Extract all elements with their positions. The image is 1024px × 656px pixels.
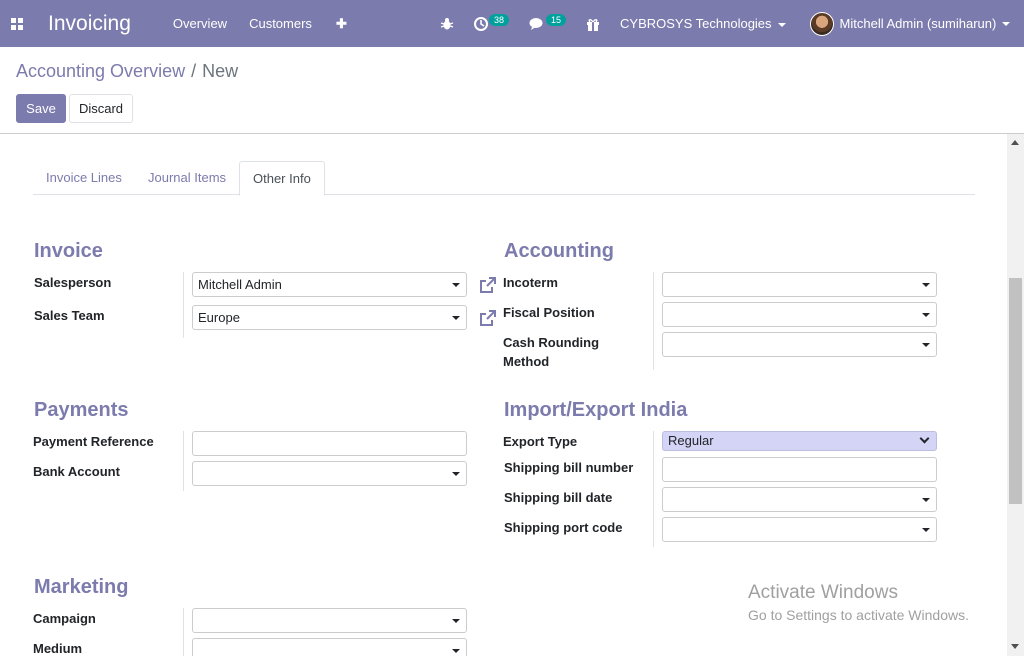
chevron-down-icon bbox=[452, 649, 460, 653]
cash-rounding-label: Cash Rounding Method bbox=[503, 335, 600, 369]
scroll-up-icon[interactable] bbox=[1011, 140, 1019, 145]
app-title: Invoicing bbox=[48, 11, 131, 35]
section-invoice-title: Invoice bbox=[34, 240, 103, 262]
scroll-thumb[interactable] bbox=[1009, 278, 1022, 504]
menu-overview[interactable]: Overview bbox=[173, 16, 227, 31]
avatar bbox=[809, 11, 834, 36]
incoterm-select[interactable] bbox=[662, 272, 937, 297]
user-menu[interactable]: Mitchell Admin (sumiharun) bbox=[809, 11, 1011, 36]
add-menu-icon[interactable]: ✚ bbox=[336, 16, 347, 32]
shipping-bill-date-label: Shipping bill date bbox=[504, 490, 613, 505]
field-separator bbox=[653, 431, 654, 547]
messages-icon[interactable]: 15 bbox=[529, 13, 567, 31]
systray: 38 15 CYBROSYS Technologies Mitchell Adm… bbox=[440, 0, 1011, 47]
chevron-down-icon bbox=[452, 316, 460, 320]
apps-menu-icon[interactable] bbox=[0, 0, 34, 47]
export-type-select[interactable]: Regular bbox=[662, 431, 937, 451]
chevron-down-icon bbox=[452, 619, 460, 623]
scroll-down-icon[interactable] bbox=[1011, 644, 1019, 649]
field-separator bbox=[183, 608, 184, 656]
field-separator bbox=[183, 272, 184, 338]
menu-customers[interactable]: Customers bbox=[249, 16, 312, 31]
user-name: Mitchell Admin (sumiharun) bbox=[839, 16, 997, 31]
chevron-down-icon bbox=[922, 498, 930, 502]
chevron-down-icon bbox=[922, 283, 930, 287]
salesperson-value: Mitchell Admin bbox=[198, 277, 282, 292]
notebook-tabs: Invoice Lines Journal Items Other Info bbox=[33, 161, 975, 196]
top-navbar: Invoicing Overview Customers ✚ 38 15 CYB… bbox=[0, 0, 1024, 47]
medium-select[interactable] bbox=[192, 638, 467, 656]
activity-count-badge: 38 bbox=[489, 13, 510, 26]
shipping-port-code-select[interactable] bbox=[662, 517, 937, 542]
breadcrumb: Accounting Overview / New bbox=[16, 61, 238, 82]
activity-icon[interactable]: 38 bbox=[474, 13, 510, 31]
section-import-export-title: Import/Export India bbox=[504, 399, 688, 421]
tab-invoice-lines[interactable]: Invoice Lines bbox=[33, 161, 135, 195]
external-link-icon[interactable] bbox=[479, 309, 497, 327]
gift-icon[interactable] bbox=[586, 17, 600, 31]
chevron-down-icon bbox=[452, 283, 460, 287]
chevron-down-icon bbox=[919, 433, 930, 444]
messages-count-badge: 15 bbox=[546, 13, 567, 26]
chevron-down-icon bbox=[452, 472, 460, 476]
control-panel-divider bbox=[0, 133, 1024, 134]
export-type-label: Export Type bbox=[503, 434, 578, 449]
shipping-bill-number-input[interactable] bbox=[662, 457, 937, 482]
tab-journal-items[interactable]: Journal Items bbox=[135, 161, 239, 195]
main-menu: Overview Customers ✚ bbox=[173, 16, 369, 32]
bank-account-select[interactable] bbox=[192, 461, 467, 486]
incoterm-label: Incoterm bbox=[503, 275, 558, 290]
shipping-bill-number-label: Shipping bill number bbox=[504, 460, 634, 475]
shipping-port-code-label: Shipping port code bbox=[504, 520, 623, 535]
activate-windows-subtitle: Go to Settings to activate Windows. bbox=[748, 607, 969, 623]
bug-icon[interactable] bbox=[440, 17, 454, 31]
campaign-label: Campaign bbox=[33, 611, 96, 626]
breadcrumb-separator: / bbox=[191, 61, 197, 81]
cash-rounding-select[interactable] bbox=[662, 332, 937, 357]
sales-team-value: Europe bbox=[198, 310, 240, 325]
section-marketing-title: Marketing bbox=[34, 576, 129, 598]
sales-team-select[interactable]: Europe bbox=[192, 305, 467, 330]
export-type-value: Regular bbox=[668, 433, 714, 448]
bank-account-label: Bank Account bbox=[33, 464, 120, 479]
field-separator bbox=[653, 272, 654, 370]
tab-other-info[interactable]: Other Info bbox=[239, 161, 325, 196]
campaign-select[interactable] bbox=[192, 608, 467, 633]
section-accounting-title: Accounting bbox=[504, 240, 614, 262]
fiscal-position-select[interactable] bbox=[662, 302, 937, 327]
chevron-down-icon bbox=[922, 313, 930, 317]
medium-label: Medium bbox=[33, 641, 83, 656]
fiscal-position-label: Fiscal Position bbox=[503, 305, 595, 320]
external-link-icon[interactable] bbox=[479, 276, 497, 294]
salesperson-label: Salesperson bbox=[34, 275, 112, 290]
activate-windows-title: Activate Windows bbox=[748, 582, 898, 603]
chevron-down-icon bbox=[922, 528, 930, 532]
chevron-down-icon bbox=[777, 22, 786, 27]
discard-button[interactable]: Discard bbox=[69, 94, 133, 123]
chevron-down-icon bbox=[922, 343, 930, 347]
payment-reference-input[interactable] bbox=[192, 431, 467, 456]
save-button[interactable]: Save bbox=[16, 94, 66, 123]
company-switcher[interactable]: CYBROSYS Technologies bbox=[620, 16, 786, 31]
vertical-scrollbar[interactable] bbox=[1007, 134, 1024, 656]
breadcrumb-parent[interactable]: Accounting Overview bbox=[16, 61, 185, 81]
shipping-bill-date-select[interactable] bbox=[662, 487, 937, 512]
salesperson-select[interactable]: Mitchell Admin bbox=[192, 272, 467, 297]
chevron-down-icon bbox=[1002, 21, 1011, 26]
field-separator bbox=[183, 431, 184, 491]
company-name: CYBROSYS Technologies bbox=[620, 16, 772, 31]
sales-team-label: Sales Team bbox=[34, 308, 105, 323]
breadcrumb-current: New bbox=[202, 61, 239, 81]
payment-reference-label: Payment Reference bbox=[33, 434, 154, 449]
section-payments-title: Payments bbox=[34, 399, 129, 421]
